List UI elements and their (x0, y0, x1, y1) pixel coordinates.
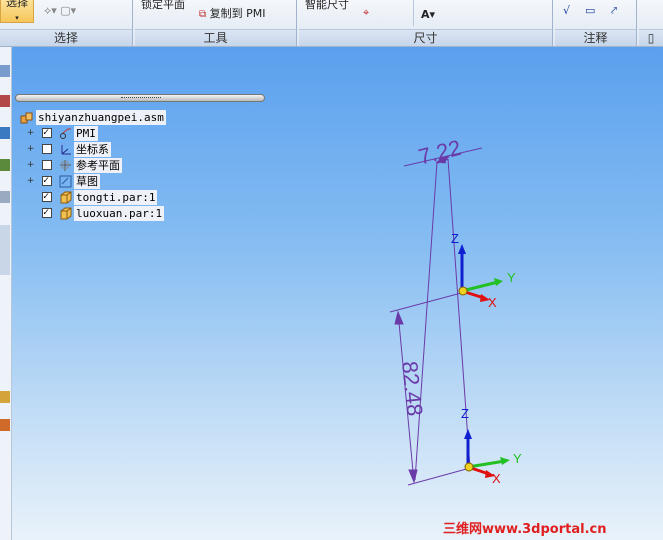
axis-y-label: Y (513, 451, 522, 466)
axis-z-label: Z (451, 231, 459, 246)
coordinate-triad-upper: Z Y X (451, 231, 516, 310)
model-graphics: 7.22 82.48 Z Y X Z Y X (389, 135, 522, 486)
dimension-7-22[interactable]: 7.22 (403, 135, 483, 481)
dimension-value: 82.48 (397, 360, 428, 417)
dimension-82-48[interactable]: 82.48 (389, 291, 471, 486)
axis-y-label: Y (507, 270, 516, 285)
axis-x-label: X (492, 471, 501, 486)
dimension-value: 7.22 (416, 135, 464, 170)
axis-z-label: Z (461, 406, 469, 421)
axis-x-label: X (488, 295, 497, 310)
coordinate-triad-lower: Z Y X (461, 406, 522, 486)
watermark: 三维网www.3dportal.cn (443, 522, 607, 537)
